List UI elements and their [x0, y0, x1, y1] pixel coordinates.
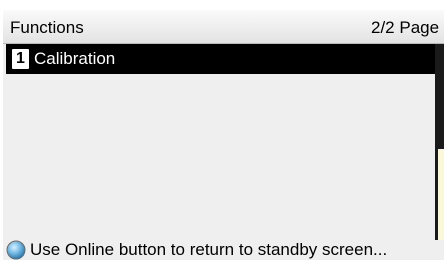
operator-panel-screen: Functions 2/2 Page 1 Calibration Use Onl… [3, 10, 444, 260]
scrollbar[interactable] [435, 44, 444, 240]
item-number-badge: 1 [12, 49, 29, 69]
footer-hint-text: Use Online button to return to standby s… [30, 240, 388, 259]
online-button-icon [6, 240, 26, 260]
function-list: 1 Calibration [3, 44, 435, 240]
page-indicator: 2/2 Page [371, 18, 440, 37]
scrollbar-thumb[interactable] [438, 149, 444, 240]
status-hint: Use Online button to return to standby s… [3, 238, 444, 260]
page-title: Functions [10, 18, 84, 37]
item-label: Calibration [34, 49, 116, 68]
title-bar: Functions 2/2 Page [3, 10, 444, 44]
list-item-calibration[interactable]: 1 Calibration [6, 44, 435, 74]
